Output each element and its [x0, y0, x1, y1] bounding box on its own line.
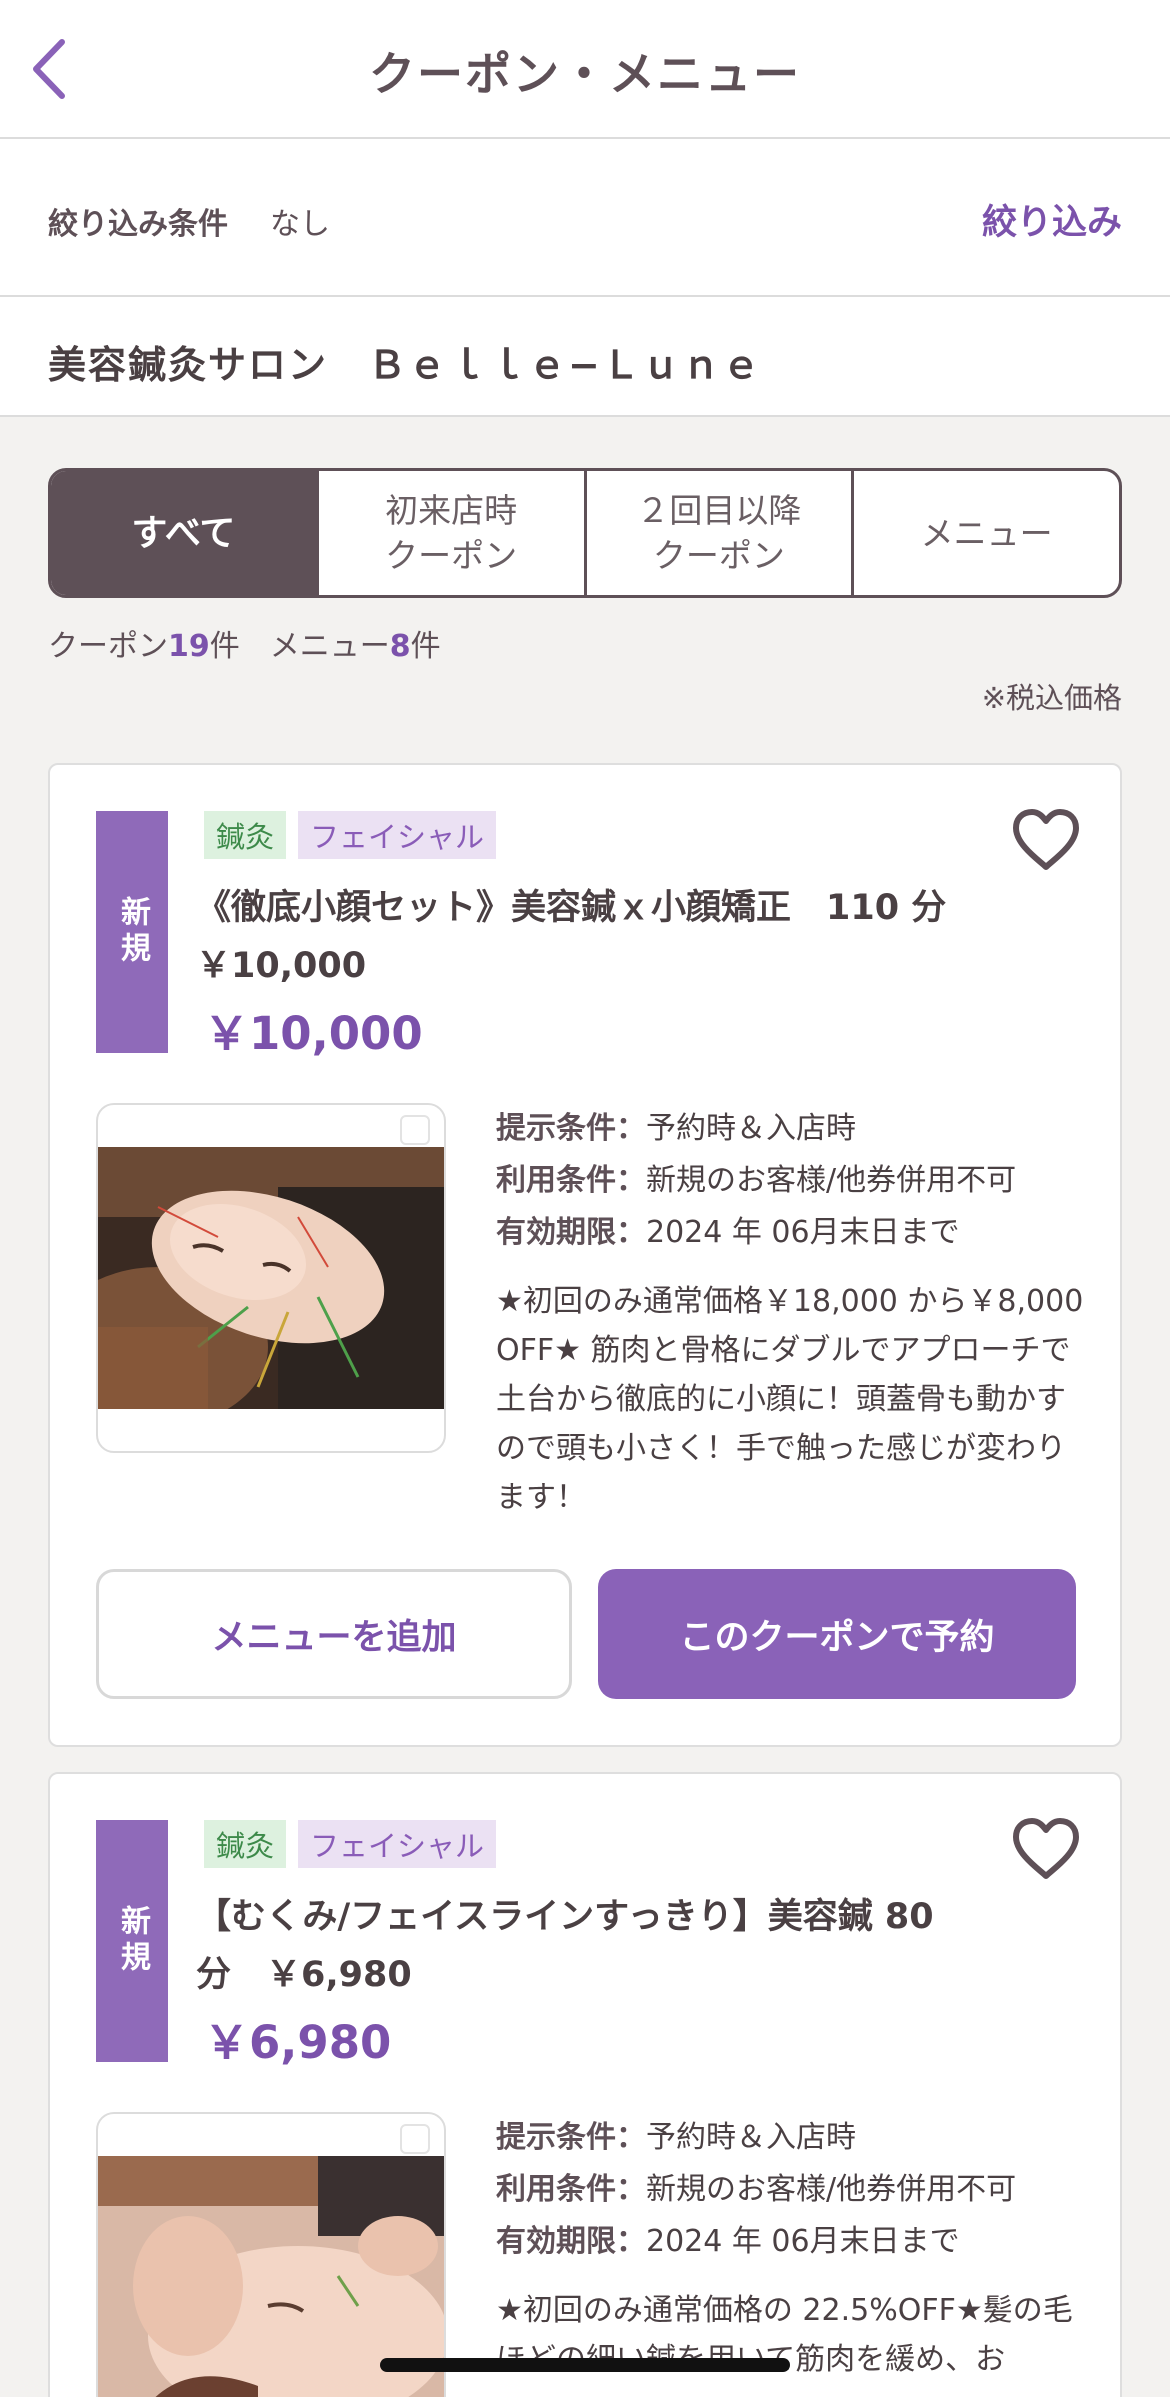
favorite-heart-icon[interactable]	[1010, 1816, 1082, 1882]
category-tabs: すべて 初来店時 クーポン ２回目以降 クーポン メニュー	[48, 468, 1122, 598]
photo-select-checkbox	[400, 2124, 430, 2154]
salon-bar: 美容鍼灸サロン Ｂｅｌｌｅ−Ｌｕｎｅ	[0, 297, 1170, 417]
reserve-with-coupon-button[interactable]: このクーポンで予約	[598, 1569, 1076, 1699]
menu-count-unit: 件	[410, 629, 441, 664]
condition-presentation: 提示条件：予約時＆入店時	[496, 2120, 856, 2155]
coupon-tags: 鍼灸 フェイシャル	[204, 811, 497, 859]
home-indicator[interactable]	[380, 2358, 790, 2372]
tag-facial: フェイシャル	[298, 1820, 497, 1868]
filter-condition-label: 絞り込み条件	[48, 207, 228, 242]
salon-name: 美容鍼灸サロン Ｂｅｌｌｅ−Ｌｕｎｅ	[48, 343, 762, 387]
coupon-photo	[96, 2112, 446, 2397]
tab-first-visit-coupon[interactable]: 初来店時 クーポン	[315, 471, 584, 595]
coupon-title: 《徹底小顔セット》美容鍼ｘ小顔矯正 110 分 ￥10,000	[196, 888, 982, 986]
photo-select-checkbox	[400, 1115, 430, 1145]
tax-note: ※税込価格	[981, 681, 1122, 715]
coupon-description: ★初回のみ通常価格￥18,000 から￥8,000OFF★ 筋肉と骨格にダブルで…	[496, 1284, 1084, 1515]
condition-usage: 利用条件：新規のお客様/他券併用不可	[496, 1163, 1017, 1198]
filter-condition-value: なし	[270, 207, 330, 242]
page-title: クーポン・メニュー	[369, 47, 801, 101]
menu-count-label: メニュー	[269, 629, 390, 664]
result-counts: クーポン19件 メニュー8件	[48, 621, 441, 665]
coupon-tags: 鍼灸 フェイシャル	[204, 1820, 497, 1868]
coupon-card: 新規 鍼灸 フェイシャル 【むくみ/フェイスラインすっきり】美容鍼 80 分 ￥…	[48, 1772, 1122, 2397]
tag-acupuncture: 鍼灸	[204, 811, 287, 859]
tab-all[interactable]: すべて	[51, 471, 316, 595]
coupon-conditions: 提示条件：予約時＆入店時 利用条件：新規のお客様/他券併用不可 有効期限：202…	[496, 2112, 1016, 2268]
tab-menu[interactable]: メニュー	[851, 471, 1119, 595]
coupon-photo	[96, 1103, 446, 1453]
favorite-heart-icon[interactable]	[1010, 807, 1082, 873]
coupon-title: 【むくみ/フェイスラインすっきり】美容鍼 80 分 ￥6,980	[196, 1897, 934, 1995]
coupon-count-unit: 件	[209, 629, 240, 664]
coupon-conditions: 提示条件：予約時＆入店時 利用条件：新規のお客様/他券併用不可 有効期限：202…	[496, 1103, 1016, 1259]
coupon-count: 19	[168, 629, 210, 664]
add-menu-button[interactable]: メニューを追加	[96, 1569, 572, 1699]
condition-expiry: 有効期限：2024 年 06月末日まで	[496, 2224, 960, 2259]
coupon-card: 新規 鍼灸 フェイシャル 《徹底小顔セット》美容鍼ｘ小顔矯正 110 分 ￥10…	[48, 763, 1122, 1747]
tag-facial: フェイシャル	[298, 811, 497, 859]
coupon-price: ￥6,980	[204, 2016, 392, 2069]
coupon-count-label: クーポン	[48, 629, 168, 664]
condition-presentation: 提示条件：予約時＆入店時	[496, 1111, 856, 1146]
new-customer-badge: 新規	[96, 1820, 168, 2062]
filter-button[interactable]: 絞り込み	[982, 194, 1122, 245]
tab-repeat-coupon[interactable]: ２回目以降 クーポン	[583, 471, 852, 595]
new-customer-badge: 新規	[96, 811, 168, 1053]
condition-expiry: 有効期限：2024 年 06月末日まで	[496, 1215, 960, 1250]
filter-bar: 絞り込み条件 なし 絞り込み	[0, 139, 1170, 297]
coupon-price: ￥10,000	[204, 1007, 423, 1060]
condition-usage: 利用条件：新規のお客様/他券併用不可	[496, 2172, 1017, 2207]
facial-acupuncture-photo	[98, 1147, 444, 1409]
menu-count: 8	[389, 629, 411, 664]
tag-acupuncture: 鍼灸	[204, 1820, 287, 1868]
app-header: クーポン・メニュー	[0, 0, 1170, 139]
